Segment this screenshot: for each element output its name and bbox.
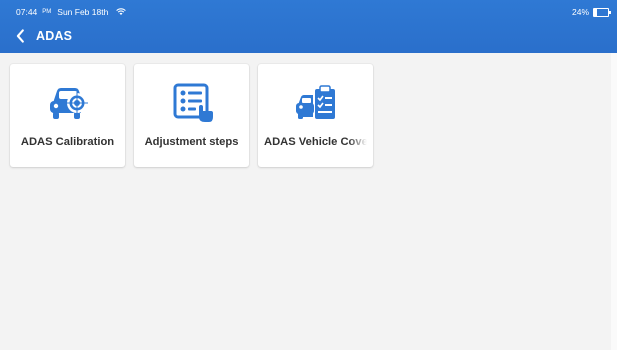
card-adjustment-steps[interactable]: Adjustment steps	[134, 64, 249, 167]
status-bar-left: 07:44 PM Sun Feb 18th	[16, 7, 127, 17]
card-label: Adjustment steps	[144, 136, 239, 148]
card-adas-calibration[interactable]: ADAS Calibration	[10, 64, 125, 167]
car-clipboard-icon	[295, 85, 335, 119]
page-title: ADAS	[36, 29, 73, 43]
status-bar-right: 24%	[571, 7, 611, 17]
checklist-icon	[173, 83, 213, 122]
card-adas-vehicle-coverage[interactable]: ADAS Vehicle Cove	[258, 64, 373, 167]
wifi-icon	[116, 8, 127, 15]
battery-icon	[593, 7, 611, 17]
right-edge	[611, 53, 617, 350]
battery-percent: 24%	[571, 7, 589, 17]
card-label: ADAS Calibration	[20, 136, 115, 148]
top-app-bar: 07:44 PM Sun Feb 18th 24% ADAS	[0, 0, 617, 53]
card-label: ADAS Vehicle Cove	[264, 136, 367, 148]
car-target-icon	[49, 88, 88, 119]
menu-grid: ADAS Calibration Adjustment steps ADAS V…	[10, 64, 373, 167]
back-arrow-icon[interactable]	[14, 29, 26, 43]
status-ampm: PM	[42, 9, 52, 15]
status-date: Sun Feb 18th	[57, 7, 109, 17]
status-time: 07:44	[16, 7, 38, 17]
title-bar: ADAS	[14, 25, 72, 47]
